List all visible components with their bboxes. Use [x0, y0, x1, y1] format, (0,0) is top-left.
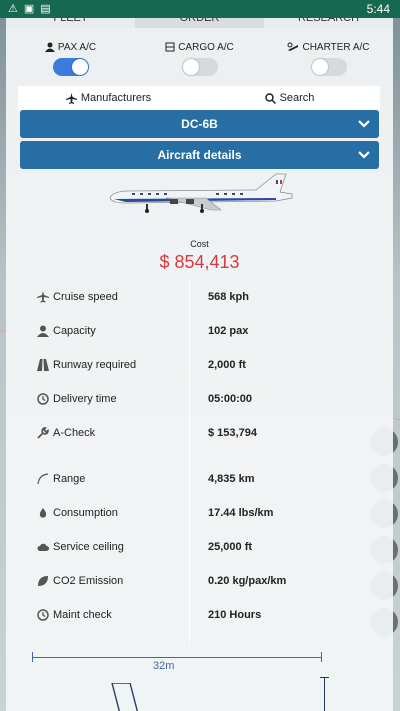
stat-label: Maint check	[53, 609, 112, 621]
image-icon: ▣	[23, 3, 35, 15]
details-dropdown-label: Aircraft details	[157, 148, 242, 162]
runway-icon	[37, 359, 49, 371]
search-icon	[264, 92, 276, 104]
toggle-knob	[311, 59, 328, 75]
tab-manufacturers[interactable]: Manufacturers	[18, 86, 199, 110]
stat-row: Delivery time 05:00:00	[6, 382, 393, 416]
wrench-icon	[37, 427, 49, 439]
tab-search[interactable]: Search	[199, 86, 380, 110]
tab-research[interactable]: RESEARCH	[264, 18, 393, 28]
drop-icon	[39, 508, 47, 518]
stat-value: 05:00:00	[208, 393, 253, 405]
model-dropdown-label: DC-6B	[181, 117, 218, 131]
stat-value: 568 kph	[208, 291, 249, 303]
chevron-down-icon	[358, 120, 370, 128]
stat-label: Runway required	[53, 359, 137, 371]
model-dropdown[interactable]: DC-6B	[20, 110, 379, 138]
dimension-tick	[321, 652, 322, 662]
status-time: 5:44	[366, 2, 390, 16]
status-bar: ⚠ ▣ ▤ 5:44	[0, 0, 400, 18]
wingspan-label: 32m	[153, 660, 175, 672]
details-dropdown[interactable]: Aircraft details	[20, 141, 379, 169]
cost-value: $ 854,413	[159, 252, 240, 272]
toggle-knob	[71, 59, 88, 75]
aircraft-stats: Cruise speed 568 kph Capacity 102 pax Ru…	[6, 280, 393, 632]
chevron-down-icon	[358, 151, 370, 159]
stat-value: 4,835 km	[208, 473, 255, 485]
stat-value: 210 Hours	[208, 609, 262, 621]
person-icon	[37, 325, 49, 337]
plane-icon	[65, 92, 77, 104]
stat-label: CO2 Emission	[53, 575, 124, 587]
stat-row: Maint check 210 Hours	[6, 598, 393, 632]
dimension-tick	[32, 652, 33, 662]
main-tabs: FLEET ORDER RESEARCH	[6, 18, 393, 28]
pax-toggle[interactable]	[52, 58, 89, 76]
tab-order[interactable]: ORDER	[135, 18, 264, 28]
stat-label: Consumption	[53, 507, 118, 519]
stat-label: Capacity	[53, 325, 96, 337]
cargo-icon	[165, 42, 175, 52]
dimension-line	[32, 657, 322, 658]
stat-row: CO2 Emission 0.20 kg/pax/km	[6, 564, 393, 598]
stat-value: 102 pax	[208, 325, 249, 337]
stat-label: Cruise speed	[53, 291, 118, 303]
type-charter-label: CHARTER A/C	[302, 41, 370, 53]
stat-value: 17.44 lbs/km	[208, 507, 274, 519]
leaf-icon	[38, 576, 48, 586]
stat-value: $ 153,794	[208, 427, 257, 439]
aircraft-order-panel: FLEET ORDER RESEARCH PAX A/C CARGO A/C C…	[6, 18, 393, 711]
height-dimension-line	[324, 677, 325, 711]
stat-label: Range	[53, 473, 86, 485]
stat-row: A-Check $ 153,794	[6, 416, 393, 450]
clock-icon	[37, 393, 49, 405]
stat-row: Range 4,835 km	[6, 462, 393, 496]
cloud-icon	[37, 543, 49, 551]
stat-row: Cruise speed 568 kph	[6, 280, 393, 314]
order-subtabs: Manufacturers Search	[18, 86, 380, 110]
toggle-knob	[182, 59, 199, 75]
stat-label: Service ceiling	[53, 541, 124, 553]
aircraft-tail-outline	[111, 683, 139, 711]
aircraft-image	[109, 173, 293, 213]
stat-value: 0.20 kg/pax/km	[208, 575, 287, 587]
cost-label: Cost	[190, 239, 209, 249]
charter-toggle[interactable]	[310, 58, 347, 76]
stat-row: Runway required 2,000 ft	[6, 348, 393, 382]
person-icon	[44, 42, 55, 52]
warning-icon: ⚠	[8, 3, 18, 15]
cargo-toggle[interactable]	[181, 58, 218, 76]
type-pax-label: PAX A/C	[57, 41, 97, 53]
plane-icon	[37, 291, 49, 303]
stat-row: Capacity 102 pax	[6, 314, 393, 348]
stat-label: Delivery time	[53, 393, 117, 405]
status-icons: ⚠ ▣ ▤	[8, 2, 51, 16]
stat-row: Consumption 17.44 lbs/km	[6, 496, 393, 530]
wingspan-dimension	[32, 650, 322, 670]
charter-icon	[287, 42, 299, 51]
card-icon: ▤	[40, 3, 51, 15]
clock-icon	[37, 609, 49, 621]
stat-row: Service ceiling 25,000 ft	[6, 530, 393, 564]
arc-icon	[37, 473, 49, 485]
tab-fleet[interactable]: FLEET	[6, 18, 135, 28]
stat-value: 2,000 ft	[208, 359, 246, 371]
search-label: Search	[279, 92, 315, 104]
stat-value: 25,000 ft	[208, 541, 253, 553]
manufacturers-label: Manufacturers	[80, 92, 152, 104]
type-cargo-label: CARGO A/C	[178, 41, 234, 53]
stat-label: A-Check	[53, 427, 96, 439]
